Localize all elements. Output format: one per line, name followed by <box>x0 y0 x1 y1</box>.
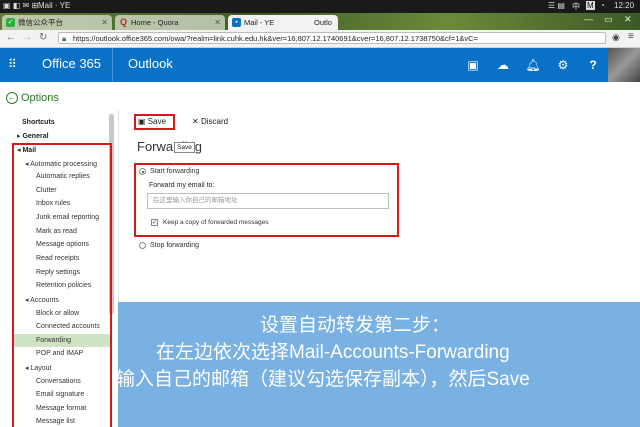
back-icon[interactable]: ← <box>6 32 16 43</box>
sidebar-item-junk-email-reporting[interactable]: Junk email reporting <box>36 214 99 221</box>
overlay-line-3: 输入自己的邮箱（建议勾选保存副本），然后Save <box>116 369 530 390</box>
instruction-overlay: 设置自动转发第二步： 在左边依次选择Mail-Accounts-Forwardi… <box>116 302 640 427</box>
help-icon[interactable]: ? <box>578 48 608 82</box>
sidebar-item-layout[interactable]: ◂ Layout <box>25 364 52 372</box>
sidebar-item-forwarding[interactable]: Forwarding <box>36 337 71 344</box>
status-notification-icons: ▣ ◧ ✉ ⊞ <box>3 1 39 10</box>
sidebar-item-automatic-replies[interactable]: Automatic replies <box>36 173 90 180</box>
sidebar-item-pop-and-imap[interactable]: POP and IMAP <box>36 350 83 357</box>
office365-header: ⠿ Office 365 Outlook ▣ ☁ 🔔︎ ⚙ ? <box>0 48 640 82</box>
minimize-icon[interactable]: — <box>584 14 593 24</box>
forward-icon[interactable]: → <box>22 32 32 43</box>
outlook-icon: ▪ <box>232 18 241 27</box>
tab-label: Home - Quora <box>131 18 179 27</box>
wechat-icon: ✓ <box>6 18 15 27</box>
sidebar-item-reply-settings[interactable]: Reply settings <box>36 269 80 276</box>
back-arrow-icon[interactable]: ← <box>6 92 18 105</box>
forward-email-input[interactable]: 在这里输入你自己的邮箱地址 <box>147 193 389 209</box>
quora-icon: Q <box>119 17 127 27</box>
start-forwarding-label: Start forwarding <box>150 168 200 175</box>
status-m-badge: M <box>586 1 595 10</box>
save-tooltip: Save <box>174 142 195 153</box>
stop-forwarding-label: Stop forwarding <box>150 242 200 249</box>
lock-icon: 🔒︎ <box>62 34 67 43</box>
stop-forwarding-radio[interactable] <box>139 242 146 249</box>
sidebar-item-clutter[interactable]: Clutter <box>36 187 57 194</box>
sidebar-item-conversations[interactable]: Conversations <box>36 378 81 385</box>
header-divider <box>112 48 113 82</box>
close-icon[interactable]: ✕ <box>214 15 221 30</box>
menu-icon[interactable]: ≡ <box>628 31 634 42</box>
maximize-icon[interactable]: ▭ <box>604 14 613 25</box>
avatar[interactable] <box>608 48 640 82</box>
sidebar-item-message-list[interactable]: Message list <box>36 418 75 425</box>
outlook-title[interactable]: Outlook <box>128 56 173 71</box>
status-system-icons: ☰ ▤ <box>548 1 565 10</box>
sidebar-item-inbox-rules[interactable]: Inbox rules <box>36 200 70 207</box>
cloud-icon[interactable]: ☁ <box>488 48 518 82</box>
sidebar-item-block-or-allow[interactable]: Block or allow <box>36 310 79 317</box>
close-window-icon[interactable]: ✕ <box>624 14 632 25</box>
options-header[interactable]: ← Options <box>6 92 59 105</box>
sidebar-item-mark-as-read[interactable]: Mark as read <box>36 228 77 235</box>
options-title: Options <box>21 92 59 104</box>
sidebar-item-message-format[interactable]: Message format <box>36 405 86 412</box>
forward-email-label: Forward my email to: <box>149 182 215 189</box>
url-text: https://outlook.office365.com/owa/?realm… <box>73 34 478 43</box>
office365-title[interactable]: Office 365 <box>42 56 101 71</box>
skype-icon[interactable]: ▣ <box>458 48 488 82</box>
tab-label-extra: Outlo <box>314 18 332 27</box>
tab-wechat[interactable]: ✓ 微信公众平台 ✕ <box>2 15 112 30</box>
address-bar: ← → ↻ 🔒︎ https://outlook.office365.com/o… <box>0 30 640 48</box>
sidebar-item-retention-policies[interactable]: Retention policies <box>36 282 91 289</box>
sidebar-item-shortcuts[interactable]: Shortcuts <box>22 119 55 126</box>
app-launcher-icon[interactable]: ⠿ <box>8 57 17 71</box>
sidebar-item-connected-accounts[interactable]: Connected accounts <box>36 323 100 330</box>
keep-copy-checkbox[interactable]: ✓ <box>151 219 158 226</box>
start-forwarding-radio[interactable] <box>139 168 146 175</box>
sidebar-item-email-signature[interactable]: Email signature <box>36 391 84 398</box>
wifi-icon: ◔ <box>600 1 605 10</box>
overlay-line-1: 设置自动转发第二步： <box>260 315 451 336</box>
tab-mail[interactable]: ▪ Mail - YE Outlo <box>228 15 338 30</box>
status-bar: ▣ ◧ ✉ ⊞ Mail · YE ☰ ▤ 中 M ◔ 12:20 <box>0 0 640 13</box>
reload-icon[interactable]: ↻ <box>39 32 47 43</box>
discard-button[interactable]: ✕ Discard <box>192 117 228 126</box>
status-lang: 中 <box>572 2 580 11</box>
gear-icon[interactable]: ⚙ <box>548 48 578 82</box>
sidebar-item-read-receipts[interactable]: Read receipts <box>36 255 79 262</box>
sidebar-item-mail[interactable]: ◂ Mail <box>17 146 36 154</box>
sidebar-item-automatic-processing[interactable]: ◂ Automatic processing <box>25 160 97 168</box>
tab-label: 微信公众平台 <box>18 18 63 27</box>
new-tab-button[interactable] <box>340 15 370 30</box>
floppy-disk-icon: ▣ <box>138 117 146 126</box>
tab-label: Mail - YE <box>244 18 275 27</box>
keep-copy-label: Keep a copy of forwarded messages <box>163 219 269 226</box>
extension-icon[interactable]: ◉ <box>612 32 620 43</box>
bell-icon[interactable]: 🔔︎ <box>518 48 548 82</box>
overlay-line-2: 在左边依次选择Mail-Accounts-Forwarding <box>156 342 510 363</box>
close-icon: ✕ <box>192 117 199 126</box>
sidebar-item-message-options[interactable]: Message options <box>36 241 89 248</box>
status-time: 12:20 <box>614 1 635 10</box>
sidebar-item-general[interactable]: ▸ General <box>17 132 49 140</box>
browser-tab-strip: ✓ 微信公众平台 ✕ Q Home - Quora ✕ ▪ Mail - YE … <box>0 13 640 30</box>
close-icon[interactable]: ✕ <box>101 15 108 30</box>
tab-quora[interactable]: Q Home - Quora ✕ <box>115 15 225 30</box>
sidebar-item-accounts[interactable]: ◂ Accounts <box>25 296 59 304</box>
save-button[interactable]: ▣ Save <box>138 117 166 126</box>
url-input[interactable]: 🔒︎ https://outlook.office365.com/owa/?re… <box>58 32 606 44</box>
status-mail-label: Mail · YE <box>38 1 71 10</box>
